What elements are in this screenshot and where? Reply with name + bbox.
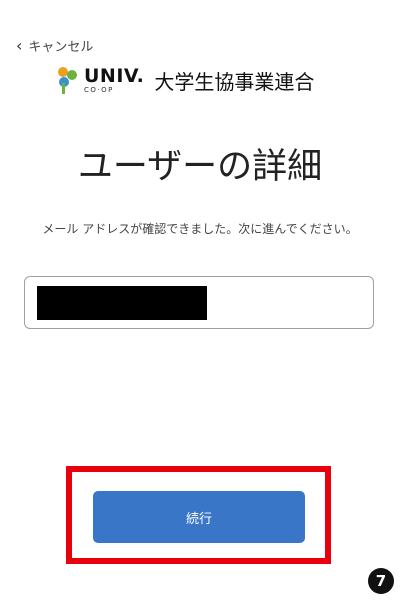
coop-leaf-icon (58, 67, 77, 94)
page-title: ユーザーの詳細 (77, 147, 323, 187)
logo-coop-text: CO·OP (84, 85, 114, 94)
cancel-label: キャンセル (28, 40, 94, 55)
logo-wordmark: UNIV. CO·OP (84, 64, 145, 94)
chevron-left-icon: ‹ (16, 35, 23, 55)
verification-message: メール アドレスが確認できました。次に進んでください。 (42, 222, 358, 236)
logo-univ-text: UNIV. (84, 64, 145, 87)
logo-org-name: 大学生協事業連合 (154, 69, 315, 94)
cancel-link[interactable]: ‹ キャンセル (16, 36, 93, 55)
continue-button[interactable]: 続行 (93, 491, 305, 543)
email-field[interactable] (24, 276, 374, 329)
step-number-badge: 7 (368, 568, 394, 594)
univ-coop-logo: UNIV. CO·OP 大学生協事業連合 (56, 64, 356, 96)
redacted-email-value (37, 286, 207, 320)
